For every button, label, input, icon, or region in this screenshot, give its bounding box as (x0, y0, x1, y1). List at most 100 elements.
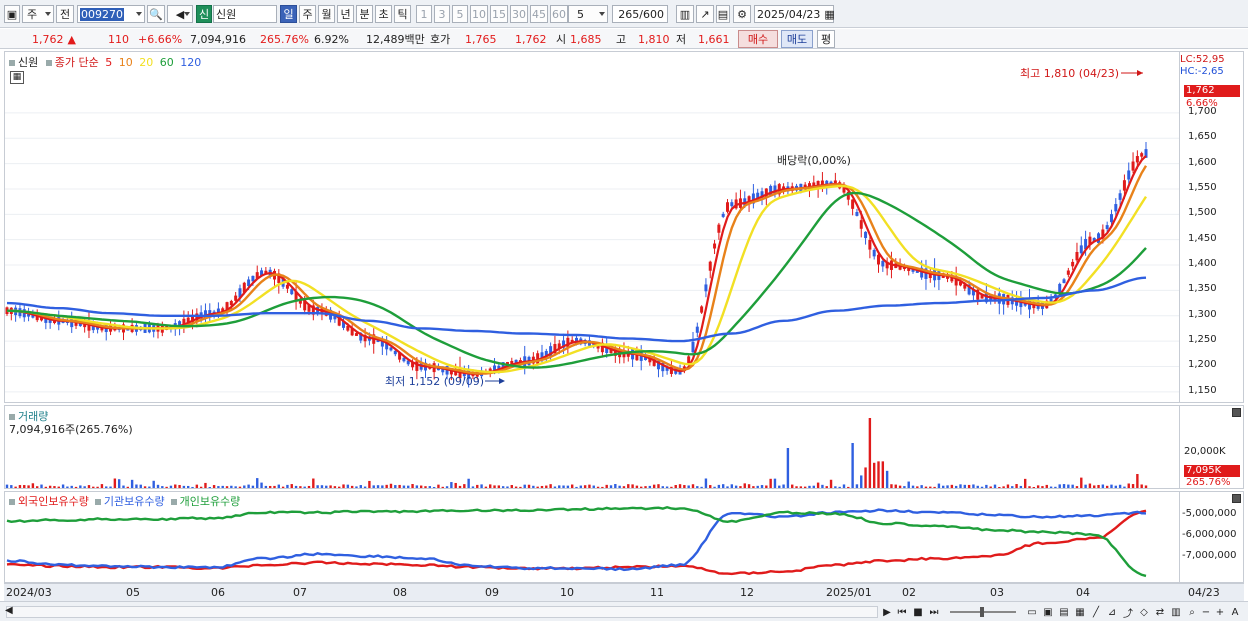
period-tab-6[interactable]: 틱 (394, 5, 411, 23)
speaker-icon[interactable]: ◀ (167, 5, 193, 23)
volume-summary: 7,094,916주(265.76%) (9, 423, 133, 436)
period-tab-5[interactable]: 초 (375, 5, 392, 23)
holdings-panel[interactable]: 외국인보유수량 기관보유수량 개인보유수량 (4, 491, 1180, 583)
gear-icon[interactable]: ⚙ (733, 5, 751, 23)
volume-bar (1093, 485, 1096, 488)
volume-bar (1144, 485, 1148, 488)
candle-body (881, 260, 885, 267)
market-select[interactable]: 주 (22, 5, 54, 23)
price-change-rate: +6.66% (138, 32, 183, 46)
interval-select[interactable]: 5 (568, 5, 608, 23)
rewind-icon[interactable]: ⏮ (895, 605, 909, 619)
interval-button-3[interactable]: 3 (434, 5, 450, 23)
volume-bar (929, 486, 932, 488)
volume-bar (872, 462, 876, 488)
horizontal-scrollbar[interactable]: ◀ (5, 605, 878, 618)
layout-icon[interactable]: ▭ (1025, 605, 1039, 619)
candle-body (290, 289, 294, 295)
volume-bar (143, 486, 147, 488)
volume-bar (842, 484, 846, 488)
stock-name-field[interactable]: 신원 (213, 5, 277, 23)
window-icon[interactable]: ▦ (1073, 605, 1087, 619)
split-icon[interactable]: ▤ (1057, 605, 1071, 619)
stop-icon[interactable]: ■ (911, 605, 925, 619)
interval-button-30[interactable]: 30 (510, 5, 528, 23)
chart-type-icon[interactable]: ▥ (1169, 605, 1183, 619)
period-tab-0[interactable]: 일 (280, 5, 297, 23)
candle-body (864, 231, 868, 239)
save-icon[interactable]: ▤ (716, 5, 730, 23)
volume-bar (182, 485, 186, 488)
interval-button-1[interactable]: 1 (416, 5, 432, 23)
period-tab-4[interactable]: 분 (356, 5, 373, 23)
volume-bar (985, 484, 988, 488)
zoom-slider-handle[interactable] (980, 607, 984, 617)
buy-button[interactable]: 매수 (738, 30, 778, 48)
interval-button-15[interactable]: 15 (490, 5, 508, 23)
ruler-icon[interactable]: ⊿ (1105, 605, 1119, 619)
price-chart-panel[interactable]: 최고 1,810 (04/23) 최저 1,152 (09/09) 배당락(0,00… (4, 51, 1180, 403)
period-tab-2[interactable]: 월 (318, 5, 335, 23)
volume-bar (161, 486, 164, 488)
ma-legend-item-5: 5 (105, 56, 113, 69)
zoom-icon[interactable]: ⌕ (1185, 605, 1199, 619)
scroll-left-icon[interactable]: ◀ (5, 605, 13, 616)
volume-bar (117, 479, 121, 488)
line-tool-icon[interactable]: ╱ (1089, 605, 1103, 619)
grid-toggle-icon[interactable]: ▦ (10, 71, 24, 84)
holdings-legend-item-1: 기관보유수량 (103, 495, 165, 508)
volume-bar (627, 484, 630, 488)
eval-button[interactable]: 평 (817, 30, 835, 48)
volume-bar (894, 484, 897, 488)
volume-bar (743, 483, 746, 488)
draw-tool-icon[interactable]: ↗ (696, 5, 714, 23)
prev-button[interactable]: 전 (56, 5, 74, 23)
volume-bar (268, 485, 272, 488)
interval-button-60[interactable]: 60 (550, 5, 568, 23)
volume-bar (601, 486, 604, 488)
period-tab-1[interactable]: 주 (299, 5, 316, 23)
copy-icon[interactable]: ▣ (1041, 605, 1055, 619)
interval-button-10[interactable]: 10 (470, 5, 488, 23)
volume-bar (674, 485, 677, 488)
window-menu-icon[interactable]: ▣ (4, 5, 20, 23)
volume-bar (126, 486, 130, 488)
bar-count-total: /600 (639, 7, 664, 21)
close-icon[interactable] (1232, 494, 1241, 503)
volume-bar (363, 486, 367, 488)
period-tab-3[interactable]: 년 (337, 5, 354, 23)
holdings-tick-2: -6,000,000 (1182, 529, 1237, 540)
volume-panel[interactable]: 거래량 7,094,916주(265.76%) (4, 405, 1180, 489)
volume-bar (471, 486, 475, 488)
volume-bar (1118, 484, 1122, 488)
legend-square-icon (9, 499, 15, 505)
zoom-out-icon[interactable]: − (1199, 605, 1213, 619)
search-icon[interactable]: 🔍 (147, 5, 165, 23)
bar-count-field[interactable]: 265/600 (612, 5, 668, 23)
legend-square-icon (9, 414, 15, 420)
volume-bar (342, 484, 345, 488)
marker-icon[interactable]: ◇ (1137, 605, 1151, 619)
volume-bar (454, 482, 457, 488)
link-icon[interactable]: ⇄ (1153, 605, 1167, 619)
interval-button-45[interactable]: 45 (530, 5, 548, 23)
text-size-icon[interactable]: A (1228, 605, 1242, 619)
volume-bar (70, 485, 73, 488)
stock-name-value: 신원 (216, 8, 237, 21)
zoom-in-icon[interactable]: + (1213, 605, 1227, 619)
volume-bar (635, 485, 639, 488)
low-price: 1,661 (698, 32, 730, 46)
close-icon[interactable] (1232, 408, 1241, 417)
date-field[interactable]: 2025/04/23 ▦ (754, 5, 835, 23)
price-tick-9: 1,250 (1188, 334, 1217, 346)
date-axis-label-3: 07 (293, 586, 307, 599)
stock-code-input[interactable]: 009270 (77, 5, 145, 23)
scroll-right-icon[interactable]: ▶ (880, 605, 894, 619)
trend-icon[interactable]: ⤴ (1121, 605, 1135, 620)
candle-type-icon[interactable]: ▥ (676, 5, 694, 23)
interval-button-5[interactable]: 5 (452, 5, 468, 23)
volume-bar (778, 485, 781, 488)
calendar-icon[interactable]: ▦ (824, 8, 834, 21)
sell-button[interactable]: 매도 (781, 30, 813, 48)
play-icon[interactable]: ⏭ (927, 605, 941, 619)
